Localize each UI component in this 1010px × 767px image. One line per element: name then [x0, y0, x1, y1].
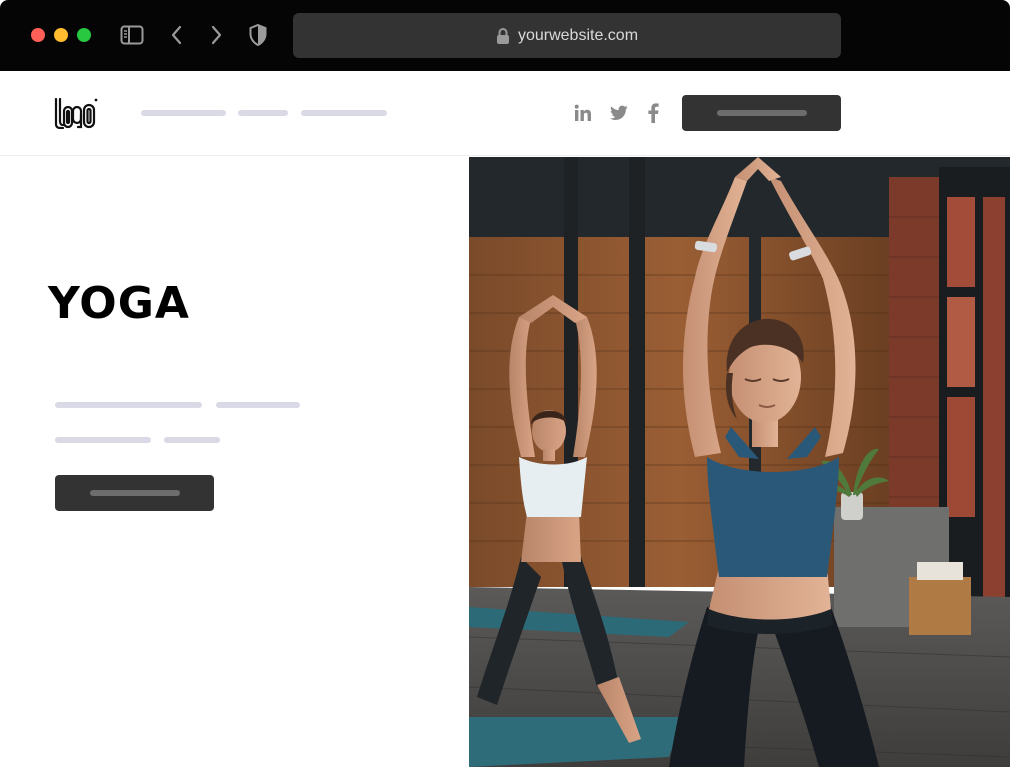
nav-link-placeholder[interactable]	[238, 110, 288, 116]
hero-title: YOGA	[48, 278, 190, 329]
button-label-placeholder	[716, 110, 807, 116]
hero-text-placeholder	[55, 402, 202, 408]
close-window-button[interactable]	[31, 28, 45, 42]
facebook-icon[interactable]	[642, 102, 664, 124]
back-arrow-icon[interactable]	[164, 22, 190, 48]
minimize-window-button[interactable]	[54, 28, 68, 42]
address-bar[interactable]: yourwebsite.com	[293, 13, 841, 58]
hero-text-placeholder	[164, 437, 220, 443]
button-label-placeholder	[89, 490, 180, 496]
twitter-icon[interactable]	[608, 102, 630, 124]
lock-icon	[496, 27, 510, 45]
url-text: yourwebsite.com	[517, 26, 639, 44]
forward-arrow-icon[interactable]	[203, 22, 229, 48]
site-header	[0, 71, 1010, 156]
nav-link-placeholder[interactable]	[141, 110, 226, 116]
linkedin-icon[interactable]	[572, 102, 594, 124]
hero-text-placeholder	[55, 437, 151, 443]
logo[interactable]	[54, 97, 98, 130]
nav-link-placeholder[interactable]	[301, 110, 387, 116]
hero-text-placeholder	[216, 402, 300, 408]
hero-cta-button[interactable]	[55, 475, 214, 511]
browser-toolbar: yourwebsite.com	[0, 0, 1010, 71]
hero-photo-yoga-class	[469, 157, 1010, 767]
sidebar-icon[interactable]	[119, 22, 145, 48]
header-cta-button[interactable]	[682, 95, 841, 131]
maximize-window-button[interactable]	[77, 28, 91, 42]
shield-icon[interactable]	[245, 22, 271, 48]
